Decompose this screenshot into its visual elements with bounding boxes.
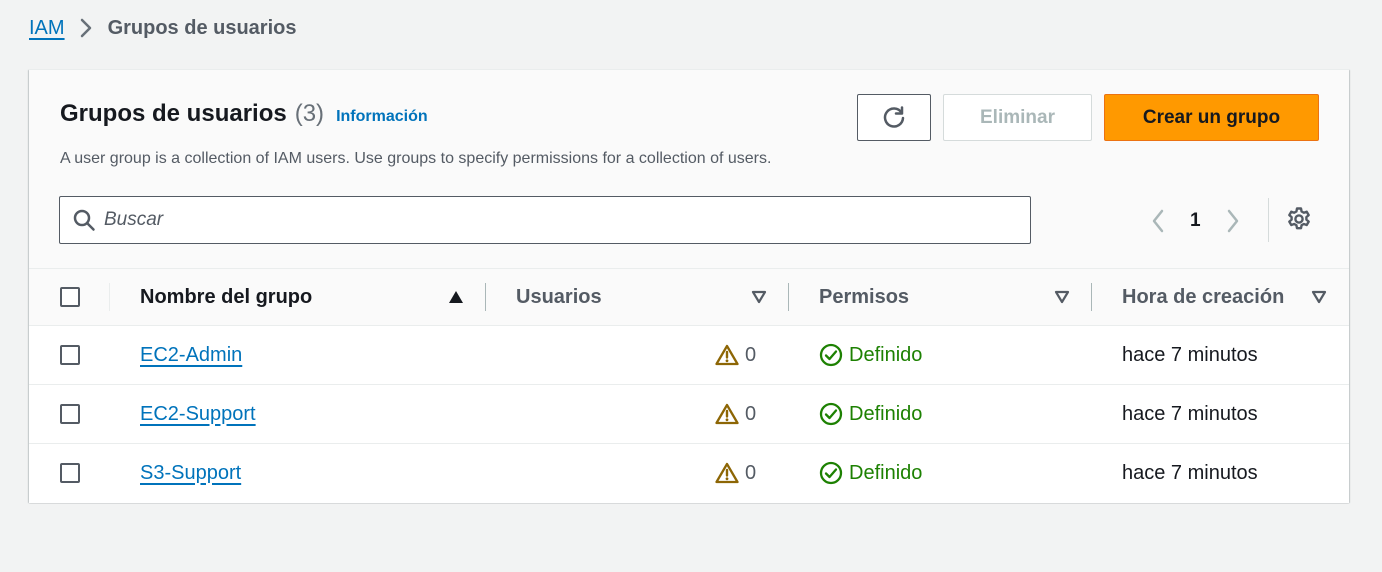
group-count: (3) xyxy=(294,100,325,127)
create-group-button[interactable]: Crear un grupo xyxy=(1104,94,1319,141)
table-row: EC2-Support 0 Definido hace 7 minutos xyxy=(29,385,1349,444)
groups-table: Nombre del grupo Usuarios Permisos Hora … xyxy=(29,268,1349,503)
user-groups-panel: Grupos de usuarios (3) Información A use… xyxy=(29,69,1349,503)
group-name-cell: EC2-Support xyxy=(140,385,256,443)
group-name-link[interactable]: S3-Support xyxy=(140,462,241,485)
current-page[interactable]: 1 xyxy=(1190,210,1201,232)
table-row: EC2-Admin 0 Definido hace 7 minutos xyxy=(29,326,1349,385)
row-checkbox[interactable] xyxy=(60,345,80,365)
column-divider[interactable] xyxy=(1091,283,1092,311)
group-name-cell: EC2-Admin xyxy=(140,326,242,384)
chevron-right-icon[interactable] xyxy=(1222,209,1244,233)
sort-ascending-icon[interactable] xyxy=(448,290,464,304)
users-count: 0 xyxy=(745,461,757,484)
chevron-left-icon[interactable] xyxy=(1147,209,1169,233)
warning-icon xyxy=(715,403,739,425)
column-header-created[interactable]: Hora de creación xyxy=(1122,269,1284,325)
delete-button[interactable]: Eliminar xyxy=(943,94,1092,141)
sort-descending-icon[interactable] xyxy=(1054,290,1070,304)
panel-description: A user group is a collection of IAM user… xyxy=(60,150,772,167)
permissions-cell: Definido xyxy=(819,385,922,443)
column-label: Nombre del grupo xyxy=(140,285,313,308)
users-count: 0 xyxy=(745,343,757,366)
group-name-link[interactable]: EC2-Admin xyxy=(140,344,242,367)
pagination: 1 xyxy=(1147,206,1244,236)
users-cell: 0 xyxy=(715,385,756,443)
permissions-status: Definido xyxy=(849,402,923,425)
created-cell: hace 7 minutos xyxy=(1122,343,1258,366)
column-label: Usuarios xyxy=(516,285,602,308)
column-divider[interactable] xyxy=(485,283,486,311)
column-divider xyxy=(109,283,110,311)
group-name-link[interactable]: EC2-Support xyxy=(140,403,256,426)
table-body: EC2-Admin 0 Definido hace 7 minutos EC2-… xyxy=(29,326,1349,503)
check-circle-icon xyxy=(819,343,843,367)
column-label: Permisos xyxy=(819,285,910,308)
breadcrumb-iam-link[interactable]: IAM xyxy=(29,17,65,40)
users-cell: 0 xyxy=(715,326,756,384)
column-header-group-name[interactable]: Nombre del grupo xyxy=(140,269,312,325)
warning-icon xyxy=(715,462,739,484)
info-link[interactable]: Información xyxy=(336,108,428,126)
permissions-status: Definido xyxy=(849,461,923,484)
table-header: Nombre del grupo Usuarios Permisos Hora … xyxy=(29,268,1349,326)
panel-header: Grupos de usuarios (3) Información A use… xyxy=(29,70,1349,268)
table-row: S3-Support 0 Definido hace 7 minutos xyxy=(29,444,1349,503)
search-icon xyxy=(72,208,96,232)
warning-icon xyxy=(715,344,739,366)
refresh-button[interactable] xyxy=(857,94,931,141)
chevron-right-icon xyxy=(80,18,92,38)
sort-descending-icon[interactable] xyxy=(1311,290,1327,304)
search-box xyxy=(59,196,1031,244)
row-checkbox[interactable] xyxy=(60,404,80,424)
users-cell: 0 xyxy=(715,444,756,502)
column-label: Hora de creación xyxy=(1122,285,1285,308)
title-row: Grupos de usuarios (3) Información xyxy=(60,100,428,128)
permissions-cell: Definido xyxy=(819,326,922,384)
column-header-permissions[interactable]: Permisos xyxy=(819,269,909,325)
sort-descending-icon[interactable] xyxy=(751,290,767,304)
group-name-cell: S3-Support xyxy=(140,444,241,502)
page-title: Grupos de usuarios xyxy=(60,100,287,127)
column-divider[interactable] xyxy=(788,283,789,311)
breadcrumb: IAM Grupos de usuarios xyxy=(29,14,297,42)
created-cell: hace 7 minutos xyxy=(1122,461,1258,484)
refresh-icon xyxy=(881,105,907,131)
check-circle-icon xyxy=(819,402,843,426)
users-count: 0 xyxy=(745,402,757,425)
pager-divider xyxy=(1268,198,1269,242)
search-input[interactable] xyxy=(104,209,984,231)
permissions-status: Definido xyxy=(849,343,923,366)
breadcrumb-current: Grupos de usuarios xyxy=(107,16,297,39)
permissions-cell: Definido xyxy=(819,444,922,502)
row-checkbox[interactable] xyxy=(60,463,80,483)
created-cell: hace 7 minutos xyxy=(1122,402,1258,425)
check-circle-icon xyxy=(819,461,843,485)
select-all-checkbox[interactable] xyxy=(60,287,80,307)
gear-icon[interactable] xyxy=(1286,206,1312,232)
column-header-users[interactable]: Usuarios xyxy=(516,269,602,325)
